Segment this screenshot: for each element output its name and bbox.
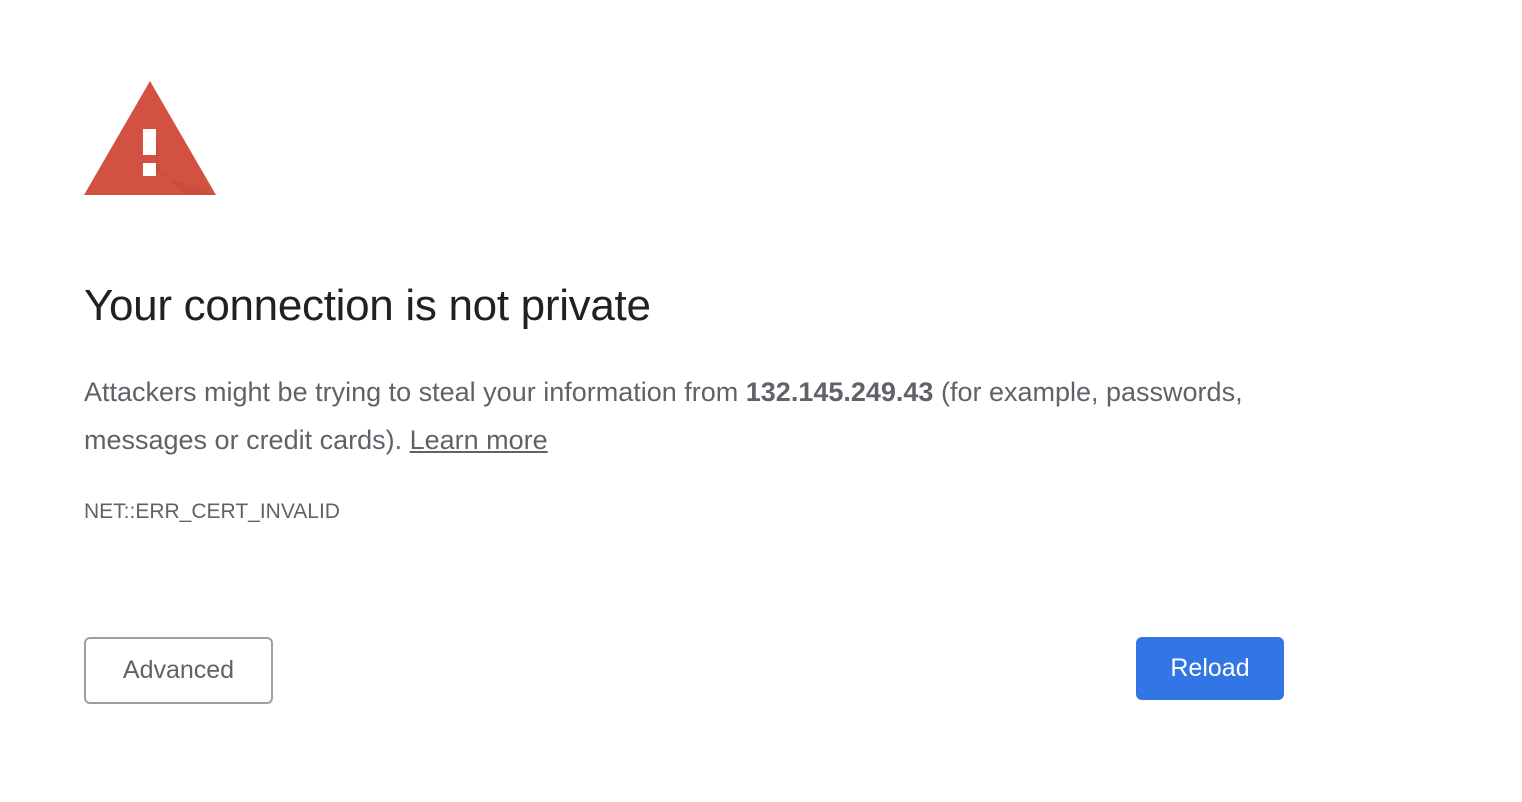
host-address: 132.145.249.43 bbox=[745, 377, 934, 407]
warning-triangle-icon bbox=[84, 81, 216, 195]
error-code: NET::ERR_CERT_INVALID bbox=[84, 500, 340, 523]
interstitial-page: Your connection is not private Attackers… bbox=[0, 0, 1522, 802]
learn-more-link[interactable]: Learn more bbox=[410, 425, 548, 455]
explanation-before: Attackers might be trying to steal your … bbox=[84, 377, 746, 407]
page-title: Your connection is not private bbox=[84, 281, 651, 330]
advanced-button[interactable]: Advanced bbox=[84, 637, 273, 704]
explanation-text: Attackers might be trying to steal your … bbox=[84, 368, 1314, 464]
reload-button[interactable]: Reload bbox=[1136, 637, 1284, 700]
